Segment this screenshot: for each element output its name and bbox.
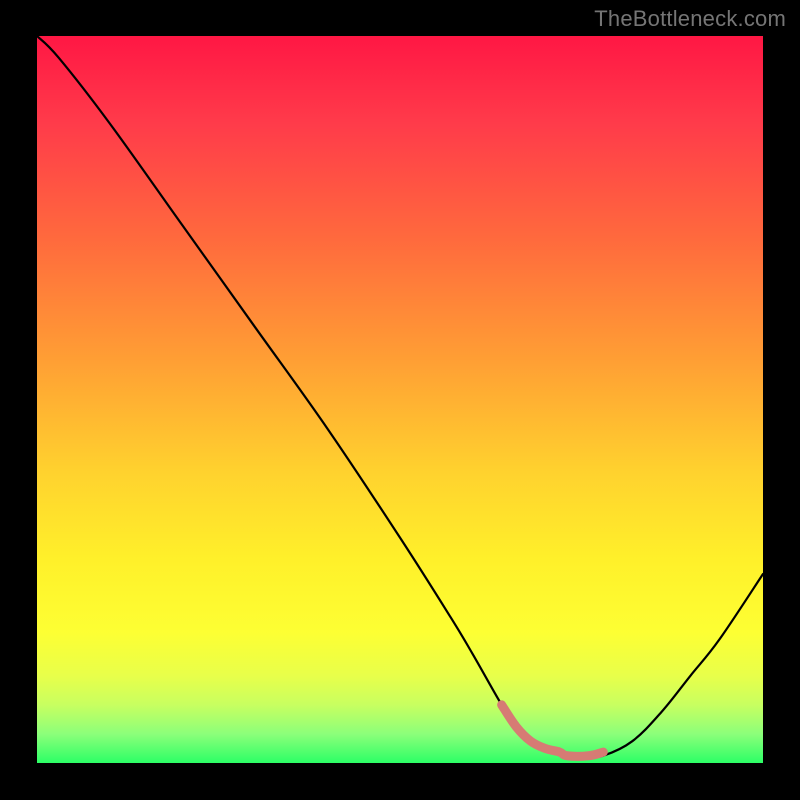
chart-svg xyxy=(37,36,763,763)
plot-area xyxy=(37,36,763,763)
gradient-background xyxy=(37,36,763,763)
watermark-text: TheBottleneck.com xyxy=(594,6,786,32)
chart-container: TheBottleneck.com xyxy=(0,0,800,800)
